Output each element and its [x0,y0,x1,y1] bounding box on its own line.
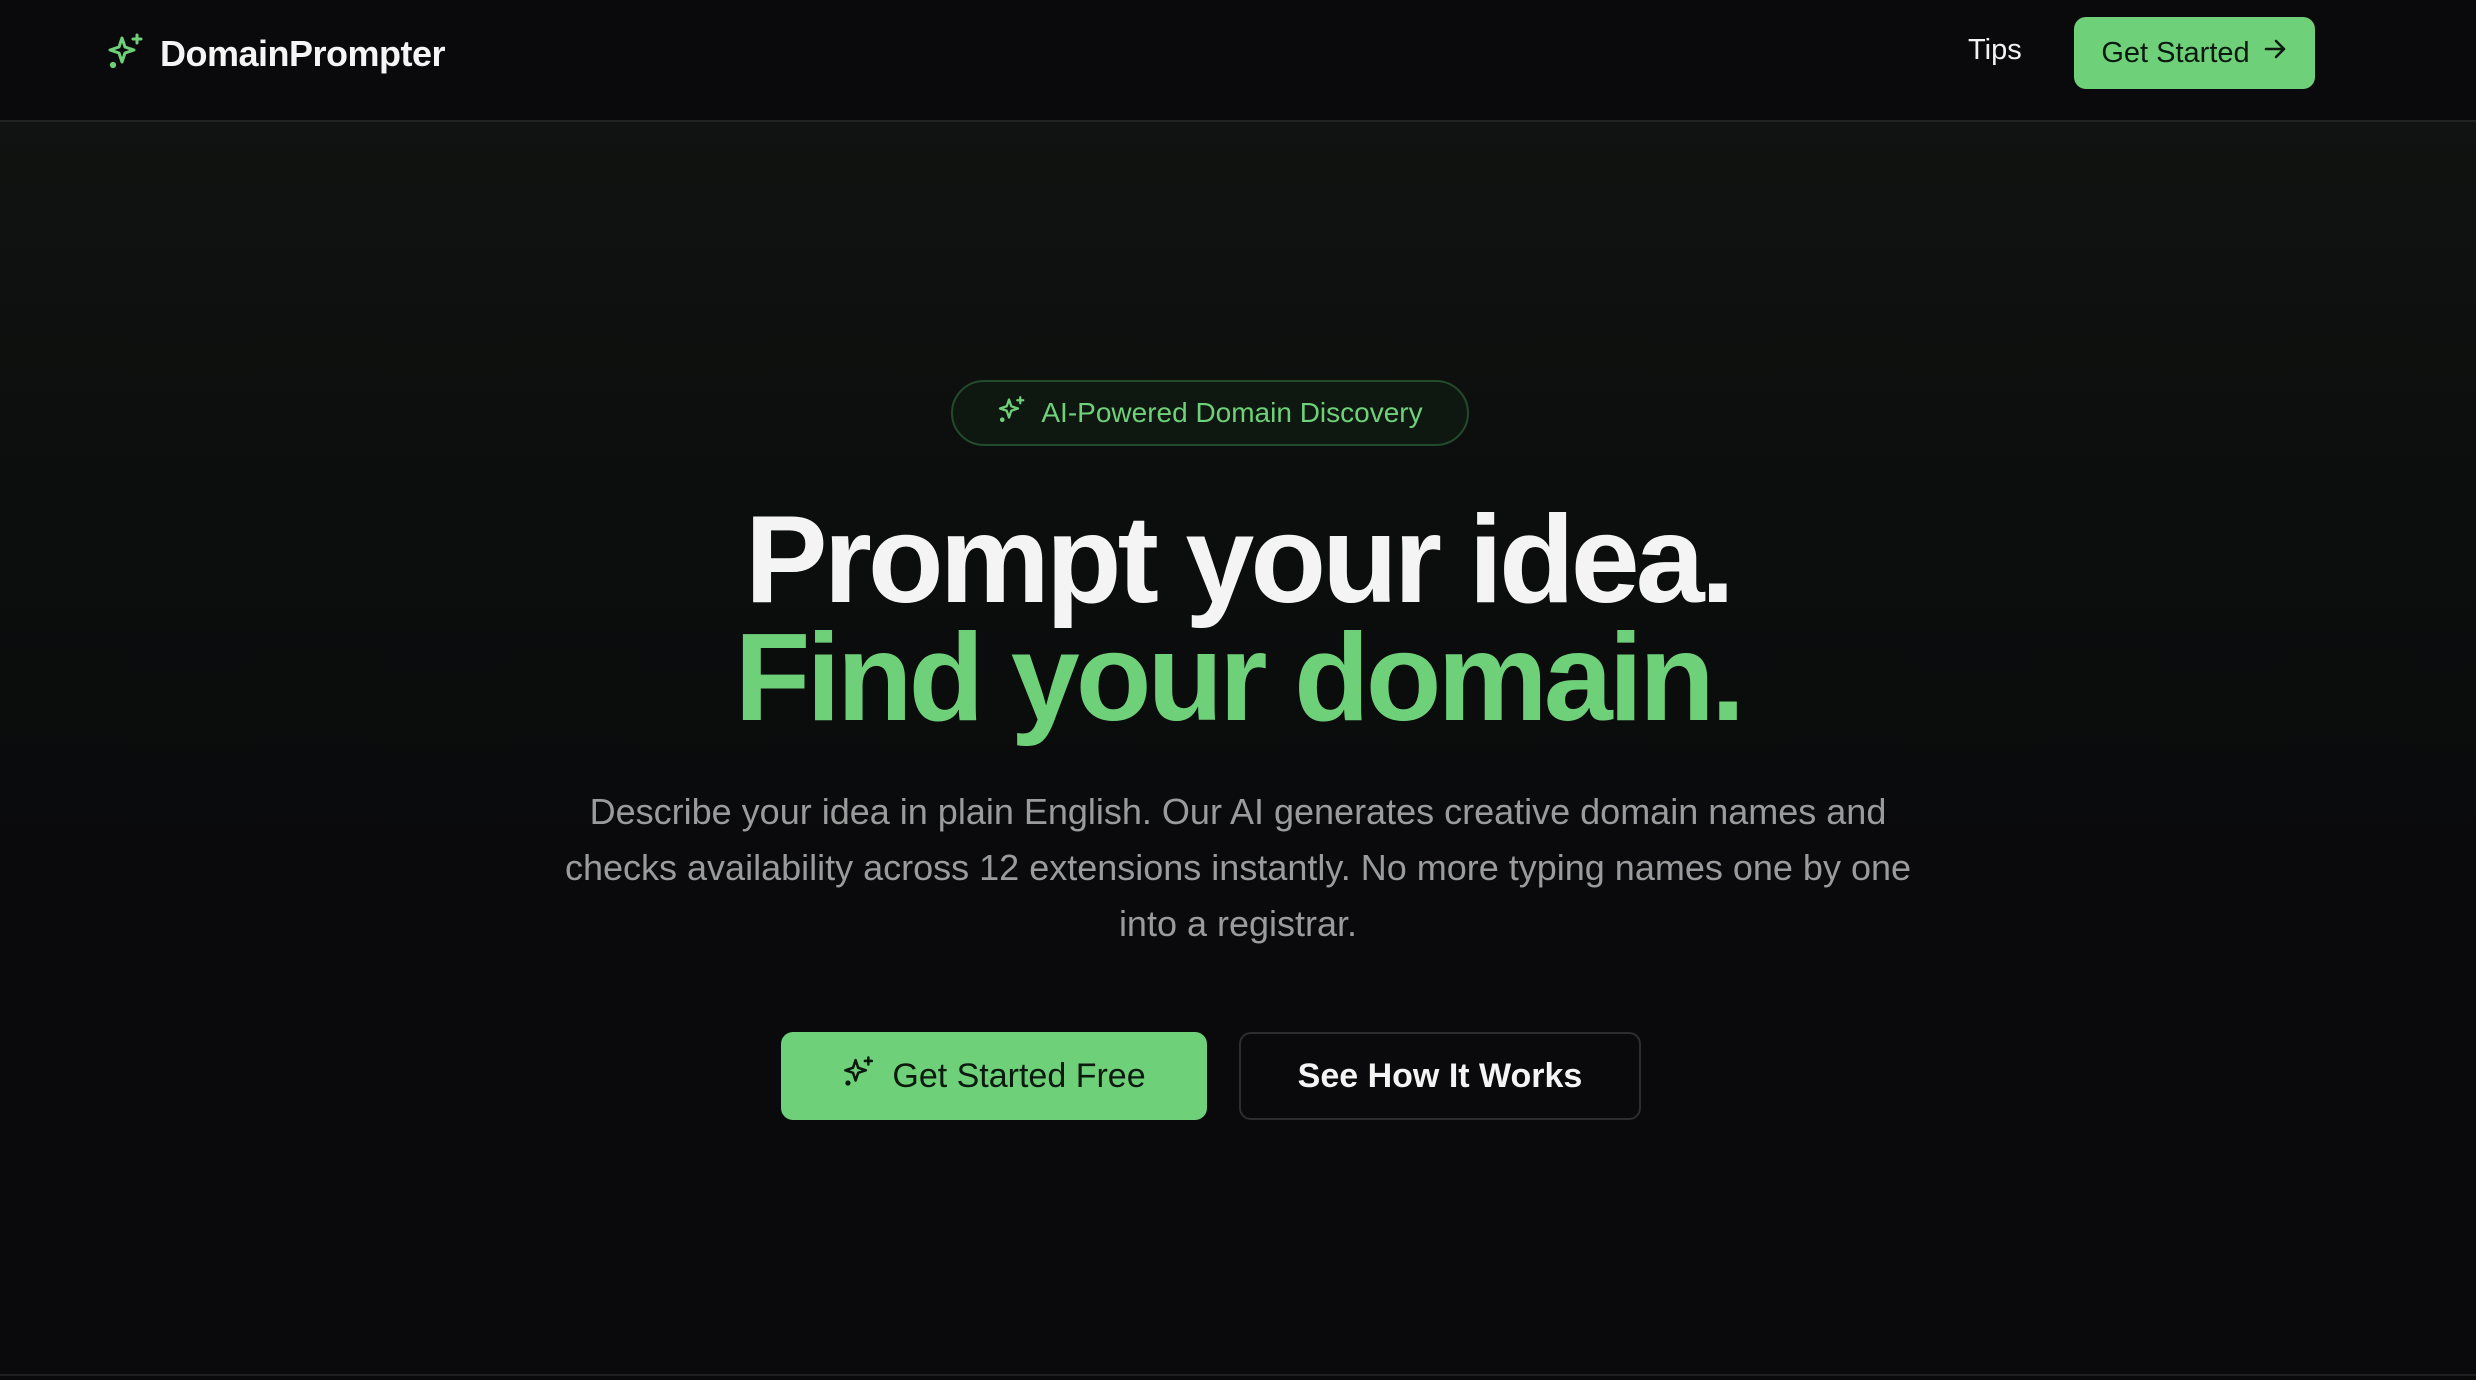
get-started-free-button[interactable]: Get Started Free [781,1032,1207,1120]
see-how-it-works-button[interactable]: See How It Works [1239,1032,1641,1120]
hero-headline-line1: Prompt your idea. [744,491,1735,629]
sparkles-icon [997,395,1027,432]
brand-logo-link[interactable]: DomainPrompter [106,30,446,78]
hero-description: Describe your idea in plain English. Our… [564,791,1912,944]
page: DomainPrompter Tips Get Started AI-Power… [0,0,2476,1380]
sparkles-icon [106,32,146,77]
hero-background [0,122,2476,1374]
badge-text: AI-Powered Domain Discovery [1041,397,1423,428]
top-navigation-bar: DomainPrompter Tips Get Started [0,0,2476,122]
get-started-free-label: Get Started Free [892,1056,1146,1095]
get-started-label: Get Started [2101,36,2250,69]
section-divider [0,1374,2476,1376]
get-started-button[interactable]: Get Started [2074,17,2315,89]
arrow-right-icon [2262,36,2288,70]
hero-headline-line2: Find your domain. [734,609,1746,747]
see-how-it-works-label: See How It Works [1297,1056,1583,1095]
ai-powered-badge: AI-Powered Domain Discovery [951,380,1469,446]
brand-name: DomainPrompter [160,33,446,74]
sparkles-icon [842,1055,876,1098]
nav-link-tips[interactable]: Tips [1968,34,2022,67]
